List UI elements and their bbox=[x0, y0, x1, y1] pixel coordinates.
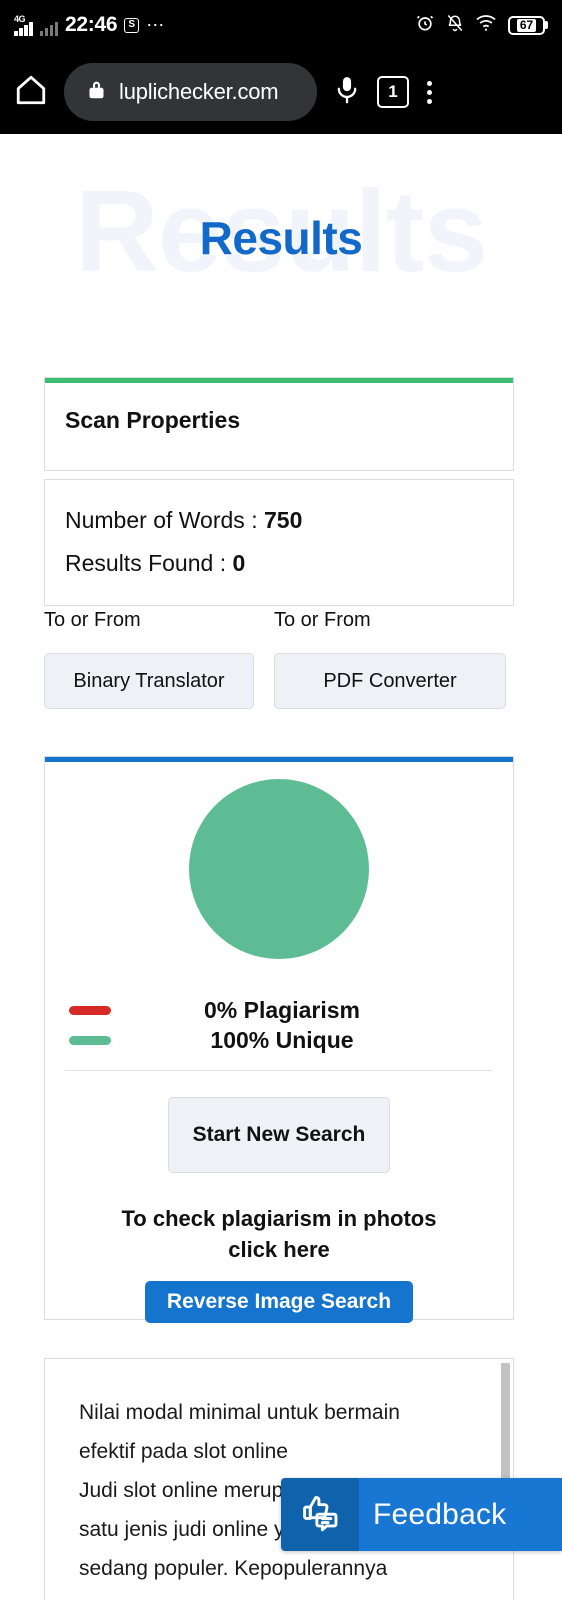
alarm-clock-icon bbox=[415, 13, 435, 38]
battery-level-label: 67 bbox=[516, 18, 537, 32]
microphone-icon[interactable] bbox=[327, 74, 367, 111]
binary-translator-group: To or From Binary Translator bbox=[44, 609, 254, 709]
photo-note-line-1: To check plagiarism in photos bbox=[121, 1206, 437, 1231]
more-dots-icon: ⋯ bbox=[146, 15, 166, 35]
pdf-converter-caption: To or From bbox=[274, 609, 371, 631]
thumbs-up-feedback-icon bbox=[298, 1490, 342, 1539]
home-icon[interactable] bbox=[14, 73, 48, 112]
browser-toolbar: luplichecker.com 1 bbox=[0, 50, 562, 134]
page-content: Results Results Scan Properties Number o… bbox=[0, 134, 562, 1600]
screenshot-icon: S bbox=[124, 17, 140, 33]
feedback-widget[interactable]: Feedback bbox=[281, 1478, 562, 1551]
reverse-image-search-container: Reverse Image Search bbox=[45, 1281, 513, 1323]
network-type-label: 4G bbox=[14, 13, 26, 24]
signal-strength-icon: 4G bbox=[14, 13, 33, 36]
start-new-search-container: Start New Search bbox=[45, 1097, 513, 1173]
scan-properties-accent-bar bbox=[45, 378, 513, 383]
legend-label-plagiarism: 0% Plagiarism bbox=[204, 996, 360, 1023]
plagiarism-card-accent-bar bbox=[45, 757, 513, 762]
donut-chart bbox=[189, 779, 369, 959]
results-found-value: 0 bbox=[232, 550, 246, 576]
start-new-search-button[interactable]: Start New Search bbox=[168, 1097, 390, 1173]
scan-properties-title: Scan Properties bbox=[65, 407, 241, 433]
scanned-text-line: efektif pada slot online bbox=[79, 1440, 288, 1463]
tab-counter-button[interactable]: 1 bbox=[377, 76, 409, 108]
legend-swatch-unique bbox=[69, 1035, 111, 1045]
pdf-converter-group: To or From PDF Converter bbox=[274, 609, 506, 709]
results-found-row: Results Found : 0 bbox=[65, 550, 245, 577]
donut-chart-container bbox=[45, 779, 513, 959]
photo-note-line-2: click here bbox=[228, 1237, 330, 1262]
scanned-text-line: Nilai modal minimal untuk bermain bbox=[79, 1401, 400, 1424]
lock-icon bbox=[86, 79, 107, 105]
binary-translator-button[interactable]: Binary Translator bbox=[44, 653, 254, 709]
status-bar: 4G 22:46 S ⋯ 67 bbox=[0, 0, 562, 50]
legend-row-unique: 100% Unique bbox=[45, 1025, 513, 1055]
scan-stats-card: Number of Words : 750 Results Found : 0 bbox=[44, 479, 514, 606]
number-of-words-row: Number of Words : 750 bbox=[65, 507, 302, 534]
status-bar-right: 67 bbox=[415, 13, 548, 38]
pdf-converter-button[interactable]: PDF Converter bbox=[274, 653, 506, 709]
text-panel-scrollbar-thumb[interactable] bbox=[501, 1363, 510, 1479]
url-bar[interactable]: luplichecker.com bbox=[64, 63, 317, 121]
plagiarism-result-card: 0% Plagiarism 100% Unique Start New Sear… bbox=[44, 756, 514, 1323]
signal-strength-secondary-icon bbox=[39, 15, 58, 36]
donut-chart-ring bbox=[189, 779, 369, 959]
phone-screen: 4G 22:46 S ⋯ 67 luplichecker.com 1 Resul… bbox=[0, 0, 562, 1600]
card-divider bbox=[65, 1070, 493, 1071]
number-of-words-label: Number of Words : bbox=[65, 507, 264, 533]
chart-legend: 0% Plagiarism 100% Unique bbox=[45, 995, 513, 1055]
kebab-menu-icon[interactable] bbox=[419, 80, 440, 104]
scanned-text-line: sedang populer. Kepopulerannya bbox=[79, 1557, 388, 1580]
url-text: luplichecker.com bbox=[119, 79, 279, 104]
legend-label-unique: 100% Unique bbox=[210, 1026, 354, 1053]
results-found-label: Results Found : bbox=[65, 550, 233, 576]
feedback-icon-pane[interactable] bbox=[281, 1478, 359, 1551]
page-title: Results bbox=[199, 212, 363, 264]
photo-plagiarism-note: To check plagiarism in photos click here bbox=[67, 1203, 491, 1265]
reverse-image-search-button[interactable]: Reverse Image Search bbox=[144, 1281, 414, 1323]
battery-icon: 67 bbox=[508, 15, 548, 35]
bell-muted-icon bbox=[446, 13, 464, 38]
hero-section: Results Results bbox=[0, 134, 562, 358]
binary-translator-caption: To or From bbox=[44, 609, 141, 631]
scanned-text-body: Nilai modal minimal untuk bermain efekti… bbox=[45, 1359, 513, 1588]
status-bar-left: 4G 22:46 S ⋯ bbox=[14, 13, 165, 37]
wifi-icon bbox=[475, 14, 497, 37]
scan-properties-card: Scan Properties bbox=[44, 377, 514, 471]
status-bar-clock: 22:46 bbox=[65, 13, 118, 36]
number-of-words-value: 750 bbox=[263, 507, 303, 533]
legend-swatch-plagiarism bbox=[69, 1005, 111, 1015]
feedback-label[interactable]: Feedback bbox=[359, 1478, 562, 1551]
legend-row-plagiarism: 0% Plagiarism bbox=[45, 995, 513, 1025]
